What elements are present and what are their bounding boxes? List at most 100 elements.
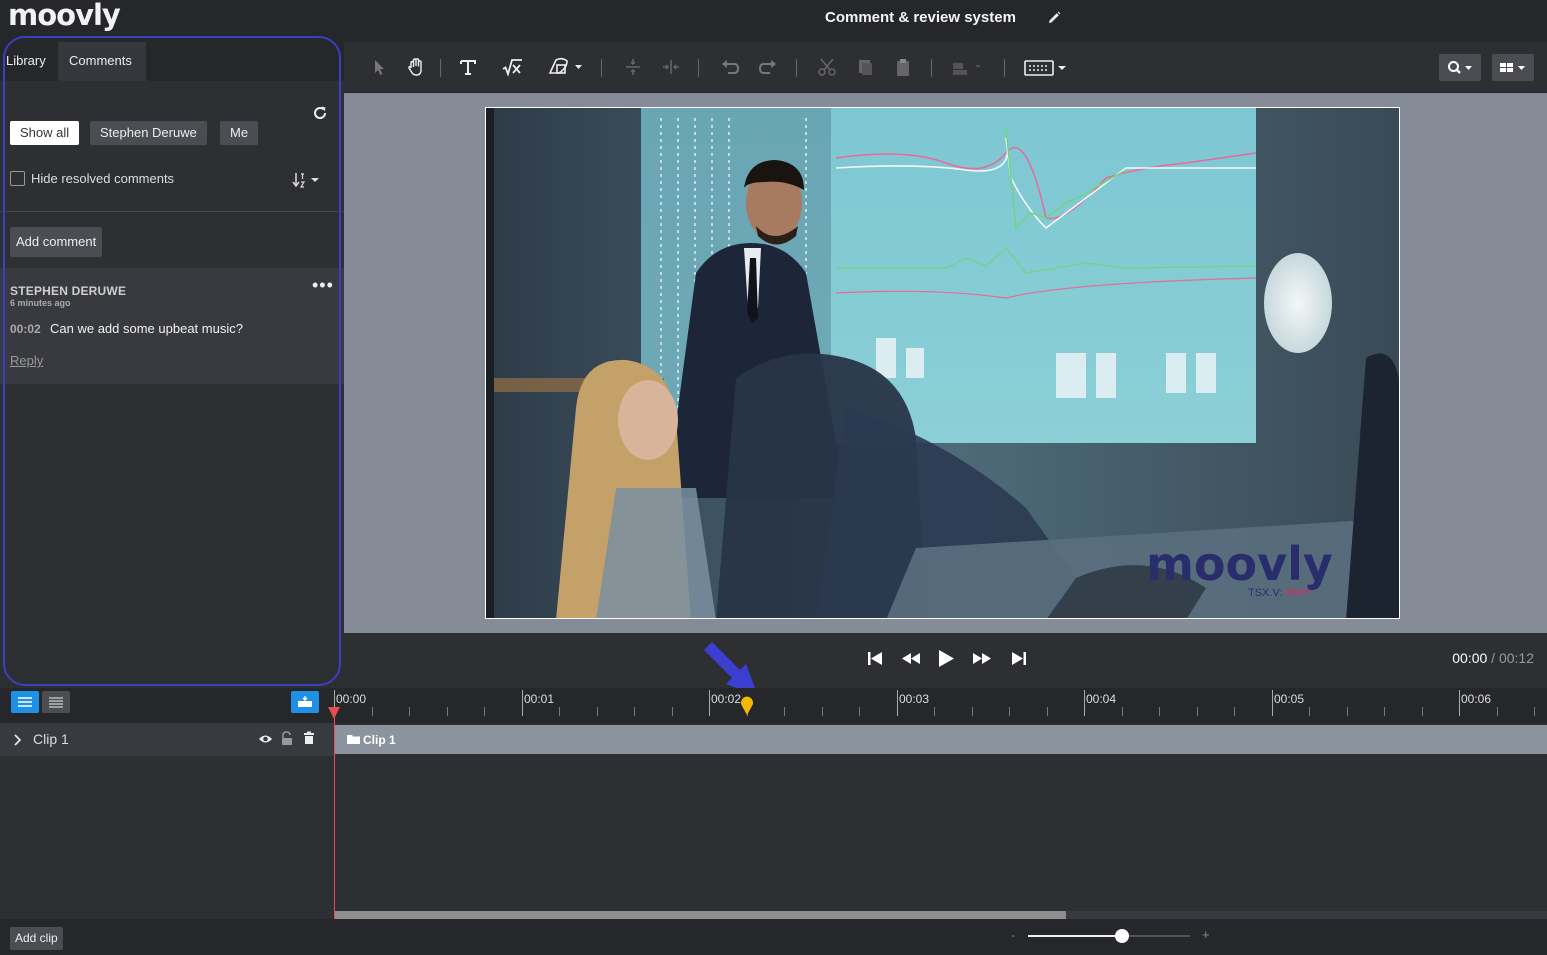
ruler-tick-label: 00:00 <box>336 692 367 706</box>
zoom-slider-fill <box>1028 935 1122 937</box>
ruler-tick-label: 00:05 <box>1274 692 1305 706</box>
top-bar: moovly Comment & review system <box>0 0 1547 42</box>
layout-dropdown-button[interactable] <box>1492 54 1534 81</box>
arrange-icon[interactable] <box>950 56 986 78</box>
timeline-header <box>0 688 334 723</box>
compact-view-button[interactable] <box>42 691 70 713</box>
paste-icon[interactable] <box>892 56 914 78</box>
text-icon[interactable] <box>457 56 479 78</box>
hide-resolved-label: Hide resolved comments <box>31 171 175 186</box>
ruler-tick-label: 00:03 <box>899 692 930 706</box>
ruler-tick-label: 00:04 <box>1086 692 1117 706</box>
undo-icon[interactable] <box>719 56 741 78</box>
video-preview[interactable]: moovly TSX.V: MVY <box>485 107 1400 619</box>
video-frame-image: moovly TSX.V: MVY <box>486 108 1399 618</box>
folder-icon <box>347 735 360 744</box>
total-time: 00:12 <box>1498 650 1534 666</box>
add-clip-button[interactable]: Add clip <box>10 927 63 950</box>
clip-label: Clip 1 <box>363 733 396 747</box>
filter-stephen-deruwe-button[interactable]: Stephen Deruwe <box>90 121 207 145</box>
add-comment-button[interactable]: Add comment <box>10 227 103 257</box>
layout-grid-icon <box>1500 63 1525 72</box>
timeline-body <box>0 756 1547 919</box>
formula-icon[interactable] <box>501 56 523 78</box>
select-arrow-icon[interactable] <box>368 56 390 78</box>
toolbar-separator <box>440 59 441 77</box>
hide-resolved-checkbox[interactable] <box>10 171 25 186</box>
player-controls: 00:00 / 00:12 <box>344 633 1547 683</box>
keyboard-icon[interactable] <box>1023 56 1069 78</box>
comment-author: STEPHEN DERUWE <box>10 284 127 298</box>
canvas-stage: moovly TSX.V: MVY <box>344 93 1547 633</box>
align-horizontal-icon[interactable] <box>660 56 682 78</box>
cut-icon[interactable] <box>816 56 838 78</box>
watermark-ticker-prefix: TSX.V: <box>1248 587 1282 599</box>
track-name[interactable]: Clip 1 <box>33 731 69 747</box>
timeline-scrollbar-thumb[interactable] <box>334 911 1066 919</box>
search-dropdown-button[interactable] <box>1439 54 1481 81</box>
skip-to-end-icon[interactable] <box>1010 650 1028 667</box>
search-icon <box>1448 61 1472 74</box>
moovly-logo[interactable]: moovly <box>8 0 121 32</box>
expanded-view-button[interactable] <box>11 691 39 713</box>
trash-icon[interactable] <box>303 731 315 745</box>
editor-toolbar <box>344 42 1547 93</box>
refresh-icon[interactable] <box>312 105 328 121</box>
comments-panel: Library Comments Show all Stephen Deruwe… <box>0 42 344 684</box>
comment-time-ago: 6 minutes ago <box>10 298 71 308</box>
comment-card: STEPHEN DERUWE 6 minutes ago ••• 00:02 C… <box>0 268 344 384</box>
pencil-edit-icon[interactable] <box>1046 10 1062 26</box>
hand-pan-icon[interactable] <box>405 56 427 78</box>
tab-library[interactable]: Library <box>0 42 52 81</box>
snap-toggle-button[interactable] <box>291 691 319 713</box>
zoom-out-button[interactable]: - <box>1011 928 1015 942</box>
tab-comments[interactable]: Comments <box>58 42 146 81</box>
list-expanded-icon <box>18 697 32 707</box>
visibility-eye-icon[interactable] <box>258 733 273 745</box>
timecode-display: 00:00 / 00:12 <box>1452 650 1534 666</box>
skip-to-start-icon[interactable] <box>866 650 884 667</box>
comment-marker-pin-icon[interactable] <box>740 696 754 716</box>
panel-divider <box>0 211 344 212</box>
track-row[interactable]: Clip 1 <box>0 723 334 756</box>
hide-resolved-toggle[interactable]: Hide resolved comments <box>10 171 174 186</box>
toolbar-separator <box>931 59 932 77</box>
ruler-ticks <box>334 690 1535 716</box>
zoom-in-button[interactable]: + <box>1202 927 1210 942</box>
current-time: 00:00 <box>1452 650 1488 666</box>
toolbar-separator <box>1004 59 1005 77</box>
filter-me-button[interactable]: Me <box>220 121 259 145</box>
ruler-tick-label: 00:02 <box>711 692 742 706</box>
clip-block[interactable]: Clip 1 <box>334 725 1547 754</box>
play-icon[interactable] <box>937 650 955 667</box>
ruler-tick-label: 00:06 <box>1461 692 1492 706</box>
rewind-icon[interactable] <box>900 650 922 667</box>
more-options-icon[interactable]: ••• <box>312 276 334 294</box>
copy-icon[interactable] <box>854 56 876 78</box>
watermark-ticker-symbol: MVY <box>1286 587 1311 599</box>
timeline-ruler[interactable]: 00:00 00:01 00:02 00:03 00:04 00:05 00:06 <box>328 688 1547 723</box>
zoom-slider-knob[interactable] <box>1115 929 1129 943</box>
align-vertical-icon[interactable] <box>622 56 644 78</box>
chevron-right-icon[interactable] <box>12 734 22 746</box>
toolbar-separator <box>698 59 699 77</box>
toolbar-separator <box>796 59 797 77</box>
watermark-brand: moovly <box>1146 537 1333 591</box>
fast-forward-icon[interactable] <box>971 650 993 667</box>
snap-icon <box>298 696 312 707</box>
playhead-line <box>334 712 335 919</box>
toolbar-separator <box>601 59 602 77</box>
sort-order-icon[interactable] <box>292 171 322 189</box>
lock-open-icon[interactable] <box>280 731 294 746</box>
comment-timestamp-link[interactable]: 00:02 <box>10 322 41 336</box>
comment-text: Can we add some upbeat music? <box>50 321 243 336</box>
reply-link[interactable]: Reply <box>10 353 43 368</box>
project-title[interactable]: Comment & review system <box>825 9 1016 26</box>
filter-show-all-button[interactable]: Show all <box>10 121 80 145</box>
panel-tabs: Library Comments <box>0 42 344 81</box>
ruler-tick-label: 00:01 <box>524 692 555 706</box>
redo-icon[interactable] <box>757 56 779 78</box>
bottom-bar: Add clip - + <box>0 919 1547 955</box>
shape-icon[interactable] <box>547 56 583 78</box>
time-separator: / <box>1491 650 1496 666</box>
